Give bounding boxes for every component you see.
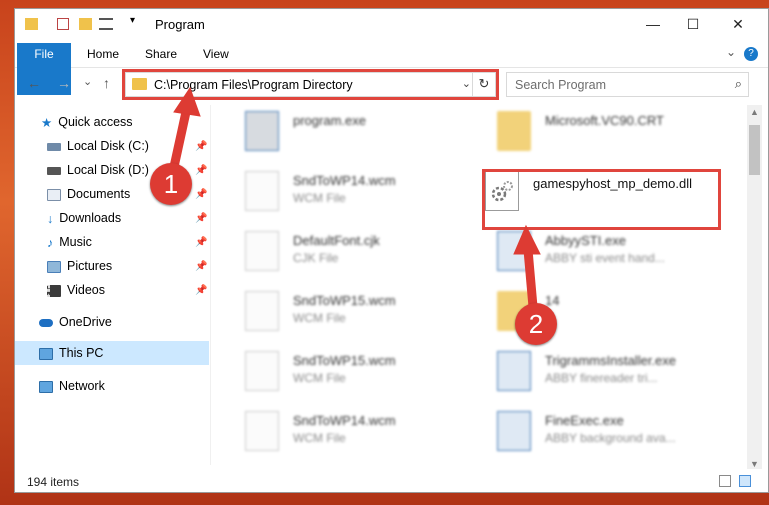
step-1-badge: 1 bbox=[150, 163, 192, 205]
step-2-badge: 2 bbox=[515, 303, 557, 345]
annotation-arrows bbox=[167, 86, 541, 319]
